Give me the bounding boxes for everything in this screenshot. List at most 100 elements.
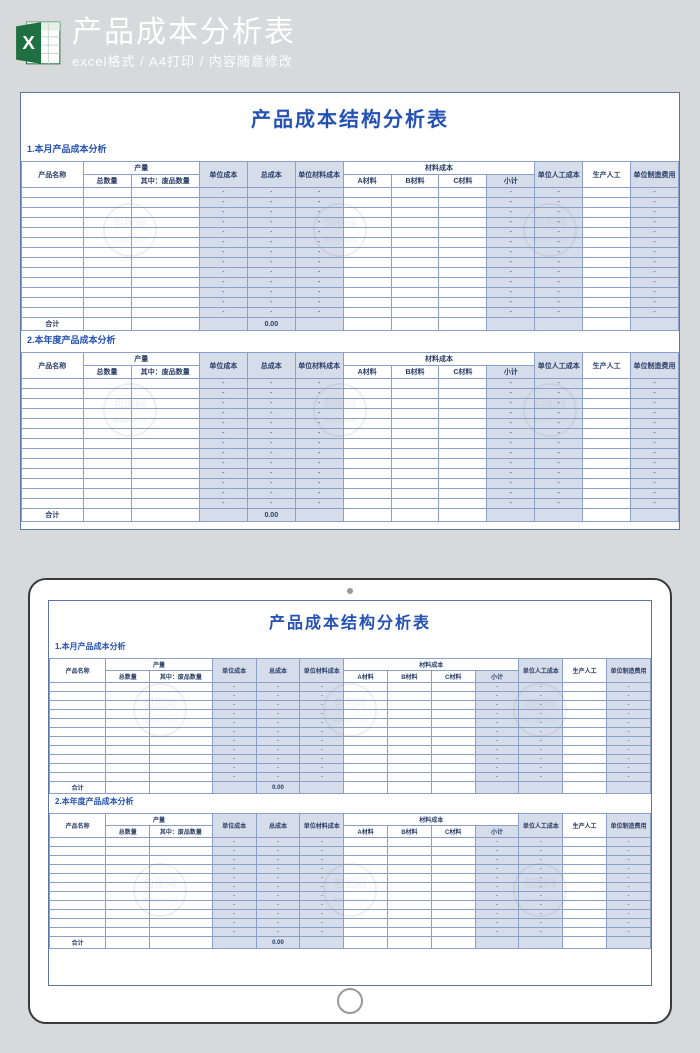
table-row: - - - - - - [50,764,651,773]
col-unit-labor: 单位人工成本 [535,353,583,379]
table-row: - - - - - - [22,469,679,479]
table-row: - - - - - - [22,419,679,429]
col-mat-cost: 材料成本 [344,659,519,671]
total-row: 合计 0.00 [22,318,679,331]
table-row: - - - - - - [50,838,651,847]
total-label: 合计 [22,509,84,522]
section-2-label: 2.本年度产品成本分析 [21,331,679,352]
col-mat-b: B材料 [387,671,431,683]
table-row: - - - - - - [50,773,651,782]
col-qty-total: 总数量 [106,671,150,683]
col-labor: 生产人工 [563,659,607,683]
template-title: 产品成本分析表 [72,16,686,49]
table-row: - - - - - - [22,449,679,459]
table-row: - - - - - - [50,865,651,874]
col-mat-b: B材料 [387,826,431,838]
table-row: - - - - - - [50,719,651,728]
cost-table: 产品名称 产量 单位成本 总成本 单位材料成本 材料成本 单位人工成本 生产人工… [49,813,651,949]
table-row: - - - - - - [22,268,679,278]
table-row: - - - - - - [22,288,679,298]
col-unit-labor: 单位人工成本 [535,162,583,188]
sheet-preview-tablet: 产品成本结构分析表 1.本月产品成本分析 产品名称 产量 单位成本 总成本 单位… [48,600,652,986]
col-unit-labor: 单位人工成本 [519,659,563,683]
col-unit-mfg: 单位制造费用 [607,659,651,683]
table-row: - - - - - - [50,701,651,710]
col-qty: 产量 [106,814,212,826]
col-unit-labor: 单位人工成本 [519,814,563,838]
table-row: - - - - - - [22,238,679,248]
col-unit-cost: 单位成本 [199,162,247,188]
cost-table: 产品名称 产量 单位成本 总成本 单位材料成本 材料成本 单位人工成本 生产人工… [21,352,679,522]
template-header: X 产品成本分析表 excel格式 / A4打印 / 内容随意修改 [10,12,690,74]
table-row: - - - - - - [22,208,679,218]
col-mat-b: B材料 [391,366,439,379]
col-mat-a: A材料 [343,366,391,379]
col-total-cost: 总成本 [256,659,300,683]
col-unit-mfg: 单位制造费用 [631,162,679,188]
col-qty-total: 总数量 [83,175,131,188]
table-row: - - - - - - [50,910,651,919]
col-qty-total: 总数量 [106,826,150,838]
col-mat-c: C材料 [439,175,487,188]
col-mat-c: C材料 [431,826,475,838]
total-row: 合计 0.00 [22,509,679,522]
table-row: - - - - - - [22,409,679,419]
table-row: - - - - - - [50,856,651,865]
table-row: - - - - - - [22,429,679,439]
total-label: 合计 [22,318,84,331]
col-mat-a: A材料 [344,671,388,683]
template-subtitle: excel格式 / A4打印 / 内容随意修改 [72,51,686,70]
table-row: - - - - - - [50,892,651,901]
col-labor: 生产人工 [563,814,607,838]
table-row: - - - - - - [22,278,679,288]
section-1-label: 1.本月产品成本分析 [49,639,651,658]
table-row: - - - - - - [22,258,679,268]
col-qty: 产量 [83,353,199,366]
col-product-name: 产品名称 [50,659,106,683]
table-row: - - - - - - [50,683,651,692]
total-row: 合计 0.00 [50,782,651,794]
tablet-frame: 产品成本结构分析表 1.本月产品成本分析 产品名称 产量 单位成本 总成本 单位… [28,578,672,1024]
col-mat-c: C材料 [431,671,475,683]
total-label: 合计 [50,782,106,794]
col-unit-cost: 单位成本 [212,659,256,683]
section-1-label: 1.本月产品成本分析 [21,140,679,161]
total-value: 0.00 [247,318,295,331]
table-row: - - - - - - [22,188,679,198]
doc-title: 产品成本结构分析表 [21,93,679,140]
col-qty: 产量 [106,659,212,671]
svg-text:X: X [22,32,35,53]
table-row: - - - - - - [22,379,679,389]
table-row: - - - - - - [22,298,679,308]
col-total-cost: 总成本 [256,814,300,838]
col-unit-cost: 单位成本 [199,353,247,379]
table-row: - - - - - - [22,198,679,208]
col-unit-mfg: 单位制造费用 [631,353,679,379]
cost-table: 产品名称 产量 单位成本 总成本 单位材料成本 材料成本 单位人工成本 生产人工… [49,658,651,794]
table-row: - - - - - - [22,439,679,449]
col-mat-cost: 材料成本 [343,162,535,175]
section-2-label: 2.本年度产品成本分析 [49,794,651,813]
table-row: - - - - - - [50,728,651,737]
col-product-name: 产品名称 [50,814,106,838]
col-qty-waste: 其中：废品数量 [150,826,213,838]
table-row: - - - - - - [50,737,651,746]
total-label: 合计 [50,937,106,949]
table-row: - - - - - - [22,459,679,469]
col-total-cost: 总成本 [247,353,295,379]
table-row: - - - - - - [50,919,651,928]
table-row: - - - - - - [22,218,679,228]
table-row: - - - - - - [22,499,679,509]
table-row: - - - - - - [50,847,651,856]
table-row: - - - - - - [22,489,679,499]
total-row: 合计 0.00 [50,937,651,949]
col-qty-waste: 其中：废品数量 [150,671,213,683]
col-mat-b: B材料 [391,175,439,188]
col-unit-mat: 单位材料成本 [300,659,344,683]
table-row: - - - - - - [50,692,651,701]
table-row: - - - - - - [22,228,679,238]
col-mat-cost: 材料成本 [343,353,535,366]
total-value: 0.00 [247,509,295,522]
col-mat-c: C材料 [439,366,487,379]
table-row: - - - - - - [50,883,651,892]
